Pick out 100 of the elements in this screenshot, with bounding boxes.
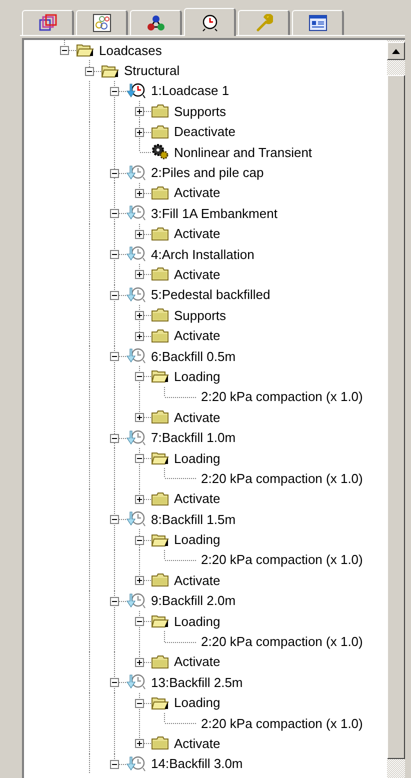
tree-item-label[interactable]: Deactivate — [173, 123, 236, 140]
tree-item-label[interactable]: Loading — [173, 694, 222, 712]
collapse-toggle[interactable] — [110, 352, 119, 362]
tree-item-label[interactable]: 9:Backfill 2.0m — [150, 592, 237, 610]
plus-icon — [136, 740, 143, 748]
collapse-toggle[interactable] — [110, 678, 119, 688]
molecule-icon — [146, 14, 164, 32]
tab[interactable] — [130, 10, 182, 35]
tree-item-label[interactable]: Activate — [173, 734, 222, 752]
tree-item-label[interactable]: 2:Piles and pile cap — [150, 164, 265, 182]
collapse-toggle[interactable] — [135, 536, 144, 545]
folder-icon — [151, 573, 169, 588]
tree-item-label[interactable]: 2:20 kPa compaction (x 1.0) — [200, 714, 364, 732]
collapse-toggle[interactable] — [110, 209, 119, 218]
plus-icon — [136, 230, 143, 238]
collapse-toggle[interactable] — [135, 698, 144, 708]
gears-icon — [151, 144, 169, 160]
tree-item-label[interactable]: Supports — [173, 306, 228, 324]
expand-toggle[interactable] — [135, 576, 144, 586]
up-arrow-icon — [392, 48, 400, 54]
expand-toggle[interactable] — [135, 413, 144, 422]
open-folder-icon — [151, 451, 169, 465]
expand-toggle[interactable] — [135, 311, 144, 320]
collapse-toggle[interactable] — [110, 290, 119, 300]
tree-item-label[interactable]: 6:Backfill 0.5m — [150, 348, 237, 365]
tree-item-label[interactable]: Loading — [173, 450, 222, 466]
plus-icon — [136, 271, 143, 278]
collapse-toggle[interactable] — [110, 250, 119, 260]
tree-item-label[interactable]: 2:20 kPa compaction (x 1.0) — [200, 551, 364, 568]
tab[interactable] — [76, 10, 128, 35]
tree-item-label[interactable]: 3:Fill 1A Embankment — [150, 204, 278, 222]
expand-toggle[interactable] — [135, 270, 144, 280]
folder-icon — [151, 308, 169, 322]
minus-icon — [136, 455, 143, 462]
tree-item-label[interactable]: Activate — [173, 408, 222, 426]
open-folder-icon — [151, 696, 169, 710]
tree-item-label[interactable]: Nonlinear and Transient — [173, 144, 314, 161]
collapse-toggle[interactable] — [110, 515, 119, 524]
tree-item-label[interactable]: Activate — [173, 225, 222, 242]
tree-item-label[interactable]: Structural — [123, 62, 181, 80]
plus-icon — [136, 496, 143, 503]
tree-item-label[interactable]: 2:20 kPa compaction (x 1.0) — [200, 388, 364, 406]
tree-item-label[interactable]: Activate — [173, 266, 222, 283]
plus-icon — [136, 414, 143, 422]
collapse-toggle[interactable] — [110, 760, 119, 769]
collapse-toggle[interactable] — [85, 66, 94, 76]
wrench-icon — [254, 14, 272, 32]
tree-item-label[interactable]: Loading — [173, 531, 222, 548]
plus-icon — [136, 658, 143, 666]
expand-toggle[interactable] — [135, 188, 144, 198]
tab[interactable] — [184, 8, 236, 36]
folder-icon — [151, 328, 169, 343]
collapse-toggle[interactable] — [110, 596, 119, 606]
folder-icon — [151, 124, 169, 139]
open-folder-icon — [76, 43, 94, 58]
expand-toggle[interactable] — [135, 658, 144, 667]
tree-item-label[interactable]: 14:Backfill 3.0m — [150, 755, 244, 772]
open-folder-icon — [151, 369, 169, 384]
tree-item-label[interactable]: Loadcases — [98, 42, 163, 59]
folder-icon — [151, 226, 169, 241]
tree-item-label[interactable]: 2:20 kPa compaction (x 1.0) — [200, 633, 364, 650]
tree-item-label[interactable]: 8:Backfill 1.5m — [150, 510, 237, 528]
scroll-up-button[interactable] — [387, 42, 405, 60]
layers-icon — [38, 14, 56, 32]
tree-item-label[interactable]: Loading — [173, 368, 222, 385]
tree-item-label[interactable]: 4:Arch Installation — [150, 246, 256, 263]
expand-toggle[interactable] — [135, 332, 144, 341]
collapse-toggle[interactable] — [135, 454, 144, 463]
tree-item-label[interactable]: 1:Loadcase 1 — [150, 82, 230, 100]
collapse-toggle[interactable] — [60, 46, 69, 56]
collapse-toggle[interactable] — [135, 617, 144, 626]
plus-icon — [136, 190, 143, 197]
scroll-thumb[interactable] — [387, 75, 405, 759]
open-folder-icon — [151, 614, 169, 628]
collapse-toggle[interactable] — [110, 168, 119, 178]
expand-toggle[interactable] — [135, 230, 144, 239]
tree-item-label[interactable]: 13:Backfill 2.5m — [150, 674, 244, 691]
expand-toggle[interactable] — [135, 739, 144, 748]
expand-toggle[interactable] — [135, 128, 144, 137]
folder-icon — [151, 736, 169, 750]
tree-item-label[interactable]: 2:20 kPa compaction (x 1.0) — [200, 470, 364, 487]
tree-item-label[interactable]: Activate — [173, 184, 222, 202]
collapse-toggle[interactable] — [135, 372, 144, 382]
tab[interactable] — [292, 10, 344, 35]
tree-item-label[interactable]: Supports — [173, 102, 228, 120]
tree-item-label[interactable]: Activate — [173, 490, 222, 508]
circles-icon — [92, 14, 110, 32]
tree-item-label[interactable]: Activate — [173, 327, 222, 344]
plus-icon — [136, 128, 143, 136]
expand-toggle[interactable] — [135, 107, 144, 116]
tree-item-label[interactable]: Activate — [173, 653, 222, 670]
expand-toggle[interactable] — [135, 494, 144, 504]
tree-item-label[interactable]: Activate — [173, 572, 222, 589]
collapse-toggle[interactable] — [110, 86, 119, 96]
tree-item-label[interactable]: 5:Pedestal backfilled — [150, 286, 272, 304]
tab[interactable] — [22, 10, 74, 35]
tree-item-label[interactable]: 7:Backfill 1.0m — [150, 429, 237, 446]
folder-icon — [151, 267, 169, 282]
collapse-toggle[interactable] — [110, 434, 119, 443]
tree-item-label[interactable]: Loading — [173, 612, 222, 630]
